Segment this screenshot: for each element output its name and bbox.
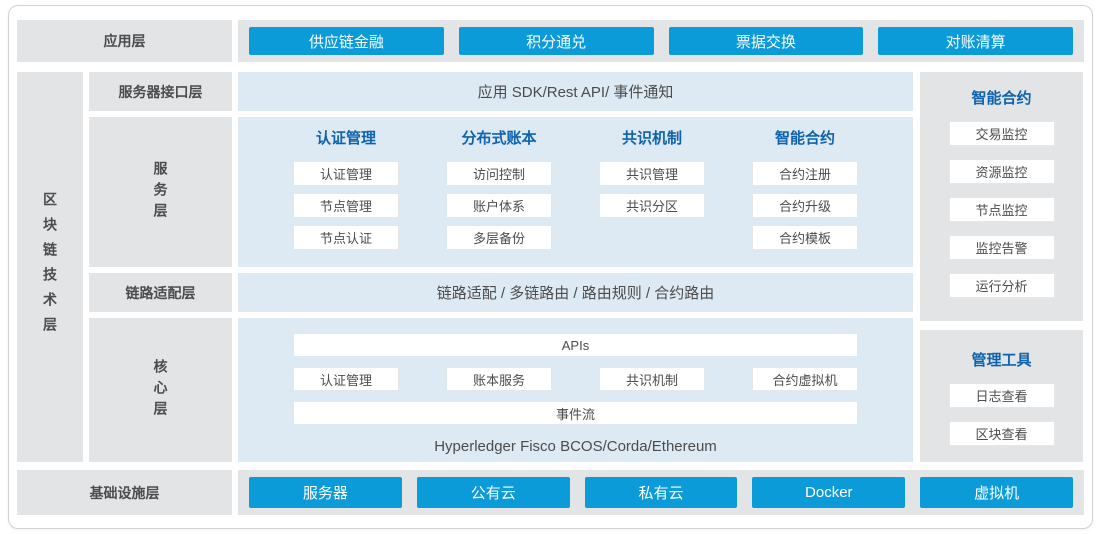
service-column-header: 认证管理 [293, 128, 399, 150]
app-layer-label: 应用层 [17, 20, 232, 62]
interface-layer-content: 应用 SDK/Rest API/ 事件通知 [238, 72, 913, 111]
infra-node-docker: Docker [752, 477, 905, 508]
architecture-diagram: 应用层 供应链金融 积分通兑 票据交换 对账清算 区块链技术层 服务器接口层 服… [0, 0, 1100, 534]
service-item: 共识管理 [599, 161, 705, 186]
core-modules-row: 认证管理 账本服务 共识机制 合约虚拟机 [293, 367, 858, 391]
core-layer-panel: APIs 认证管理 账本服务 共识机制 合约虚拟机 事件流 Hyperledge… [238, 318, 913, 462]
service-item: 账户体系 [446, 193, 552, 218]
monitor-item: 节点监控 [949, 197, 1055, 222]
event-stream-bar: 事件流 [293, 401, 858, 425]
core-module: 账本服务 [446, 367, 552, 391]
core-module: 共识机制 [599, 367, 705, 391]
app-node-points-exchange: 积分通兑 [459, 27, 654, 55]
link-layer-content: 链路适配 / 多链路由 / 路由规则 / 合约路由 [238, 273, 913, 312]
service-item: 多层备份 [446, 225, 552, 250]
smart-contract-panel: 智能合约 交易监控 资源监控 节点监控 监控告警 运行分析 [920, 72, 1083, 321]
management-tools-items: 日志查看 区块查看 [949, 383, 1055, 446]
app-node-bill-exchange: 票据交换 [669, 27, 864, 55]
infra-layer-label: 基础设施层 [17, 470, 232, 515]
service-layer-panel: 认证管理 认证管理 节点管理 节点认证 分布式账本 访问控制 账户体系 多层备份… [238, 117, 913, 267]
app-node-supply-chain-finance: 供应链金融 [249, 27, 444, 55]
service-column-contract: 智能合约 合约注册 合约升级 合约模板 [752, 128, 858, 267]
service-item: 节点认证 [293, 225, 399, 250]
link-layer-label: 链路适配层 [89, 273, 232, 312]
monitor-item: 资源监控 [949, 159, 1055, 184]
apis-bar: APIs [293, 333, 858, 357]
blockchain-tech-layer-label: 区块链技术层 [40, 192, 60, 342]
service-column-header: 分布式账本 [446, 128, 552, 150]
management-tools-title: 管理工具 [971, 349, 1031, 370]
monitor-item: 交易监控 [949, 121, 1055, 146]
infra-node-vm: 虚拟机 [920, 477, 1073, 508]
service-item: 认证管理 [293, 161, 399, 186]
core-layer-label: 核心层 [89, 318, 232, 462]
service-item: 合约注册 [752, 161, 858, 186]
management-tools-panel: 管理工具 日志查看 区块查看 [920, 330, 1083, 462]
service-item: 访问控制 [446, 161, 552, 186]
service-item: 共识分区 [599, 193, 705, 218]
service-column-auth: 认证管理 认证管理 节点管理 节点认证 [293, 128, 399, 267]
app-node-reconciliation-clearing: 对账清算 [878, 27, 1073, 55]
interface-layer-label: 服务器接口层 [89, 72, 232, 111]
platforms-text: Hyperledger Fisco BCOS/Corda/Ethereum [293, 438, 858, 455]
core-module: 认证管理 [293, 367, 399, 391]
service-layer-label-text: 服务层 [151, 161, 171, 224]
monitor-item: 运行分析 [949, 273, 1055, 298]
infra-node-server: 服务器 [249, 477, 402, 508]
smart-contract-panel-items: 交易监控 资源监控 节点监控 监控告警 运行分析 [949, 121, 1055, 298]
service-item: 节点管理 [293, 193, 399, 218]
service-column-consensus: 共识机制 共识管理 共识分区 [599, 128, 705, 267]
smart-contract-panel-title: 智能合约 [971, 87, 1031, 108]
service-item: 合约模板 [752, 225, 858, 250]
service-column-header: 智能合约 [752, 128, 858, 150]
app-layer-button-row: 供应链金融 积分通兑 票据交换 对账清算 [238, 20, 1084, 62]
tool-item: 日志查看 [949, 383, 1055, 408]
service-layer-label: 服务层 [89, 117, 232, 267]
service-item: 合约升级 [752, 193, 858, 218]
core-module: 合约虚拟机 [752, 367, 858, 391]
service-column-header: 共识机制 [599, 128, 705, 150]
core-layer-label-text: 核心层 [151, 359, 171, 422]
infra-layer-button-row: 服务器 公有云 私有云 Docker 虚拟机 [238, 470, 1084, 515]
infra-node-public-cloud: 公有云 [417, 477, 570, 508]
blockchain-tech-layer-bar: 区块链技术层 [17, 72, 83, 462]
service-column-ledger: 分布式账本 访问控制 账户体系 多层备份 [446, 128, 552, 267]
monitor-item: 监控告警 [949, 235, 1055, 260]
tool-item: 区块查看 [949, 421, 1055, 446]
infra-node-private-cloud: 私有云 [585, 477, 738, 508]
